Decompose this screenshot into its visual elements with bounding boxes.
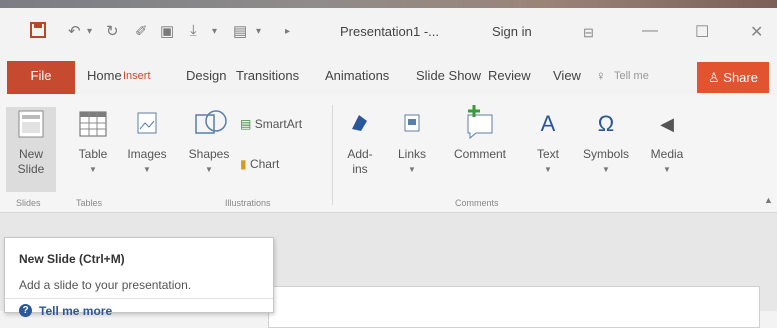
person-icon: ♙ bbox=[708, 70, 720, 85]
chevron-down-icon: ▼ bbox=[602, 165, 610, 174]
chart-icon: ▮ bbox=[240, 157, 247, 171]
shapes-button[interactable]: Shapes ▼ bbox=[182, 109, 236, 177]
chevron-down-icon: ▼ bbox=[143, 165, 151, 174]
links-icon bbox=[394, 109, 430, 141]
clipboard-icon[interactable]: ▤ bbox=[233, 22, 247, 40]
share-label: Share bbox=[723, 70, 758, 85]
symbols-button[interactable]: Ω Symbols ▼ bbox=[578, 109, 634, 177]
media-label: Media bbox=[650, 147, 684, 161]
maximize-icon[interactable]: ☐ bbox=[695, 22, 709, 42]
redo-icon[interactable]: ↻ bbox=[106, 22, 119, 40]
chart-button[interactable]: ▮ Chart bbox=[240, 157, 279, 171]
omega-icon: Ω bbox=[597, 111, 615, 136]
document-title: Presentation1 -... bbox=[340, 24, 439, 39]
save-icon[interactable] bbox=[30, 22, 46, 43]
ribbon-display-options-icon[interactable]: ⊟ bbox=[583, 25, 594, 41]
ribbon-tab-bar: File Home Insert Design Transitions Anim… bbox=[0, 53, 777, 95]
group-label-comments: Comments bbox=[455, 198, 499, 208]
chart-label: Chart bbox=[249, 157, 280, 171]
share-button[interactable]: ♙ Share bbox=[697, 62, 769, 93]
shapes-label: Shapes bbox=[188, 147, 230, 161]
smartart-button[interactable]: ▤ SmartArt bbox=[240, 117, 302, 131]
table-label: Table bbox=[78, 147, 108, 161]
quick-print-icon[interactable]: ⤓ bbox=[190, 22, 197, 39]
tooltip-description: Add a slide to your presentation. bbox=[19, 278, 192, 292]
media-button[interactable]: ◀ Media ▼ bbox=[644, 109, 690, 177]
collapse-ribbon-icon[interactable]: ▲ bbox=[764, 195, 773, 205]
undo-dropdown-icon[interactable]: ▾ bbox=[87, 26, 92, 37]
lightbulb-icon: ♀ bbox=[596, 68, 606, 83]
chevron-down-icon: ▼ bbox=[663, 165, 671, 174]
title-bar: ↶ ▾ ↻ ✐ ▣ ⤓ ▾ ▤ ▾ ▸ Presentation1 -... S… bbox=[0, 8, 777, 53]
start-from-beginning-icon[interactable]: ▣ bbox=[160, 22, 174, 40]
tell-me-more-link[interactable]: Tell me more bbox=[39, 304, 112, 318]
images-label: Images bbox=[127, 147, 167, 161]
tab-transitions[interactable]: Transitions bbox=[236, 68, 299, 83]
print-dropdown-icon[interactable]: ▾ bbox=[212, 26, 217, 37]
group-label-slides: Slides bbox=[16, 198, 41, 208]
new-slide-label: New Slide bbox=[17, 147, 45, 176]
tell-me-search[interactable]: Tell me bbox=[614, 70, 649, 82]
text-label: Text bbox=[536, 147, 559, 161]
chevron-down-icon: ▼ bbox=[544, 165, 552, 174]
minimize-icon[interactable]: — bbox=[642, 22, 658, 40]
new-slide-button[interactable]: New Slide bbox=[6, 109, 56, 177]
new-slide-icon bbox=[6, 109, 56, 141]
ribbon-insert: New Slide Table ▼ Images ▼ Shapes ▼ ▤ Sm… bbox=[0, 95, 777, 213]
group-label-illustrations: Illustrations bbox=[225, 198, 271, 208]
images-icon bbox=[121, 109, 173, 141]
comment-label: Comment bbox=[453, 147, 506, 161]
links-button[interactable]: Links ▼ bbox=[394, 109, 430, 177]
text-button[interactable]: A Text ▼ bbox=[531, 109, 565, 177]
symbols-label: Symbols bbox=[582, 147, 629, 161]
images-button[interactable]: Images ▼ bbox=[121, 109, 173, 177]
tooltip-title: New Slide (Ctrl+M) bbox=[19, 252, 125, 266]
slide-canvas[interactable] bbox=[268, 286, 760, 328]
touch-mode-icon[interactable]: ✐ bbox=[135, 22, 148, 40]
tab-view[interactable]: View bbox=[553, 68, 581, 83]
smartart-label: SmartArt bbox=[254, 117, 303, 131]
customize-qat-icon[interactable]: ▸ bbox=[285, 26, 290, 37]
tab-insert[interactable]: Insert bbox=[123, 70, 151, 82]
comment-icon bbox=[443, 103, 517, 141]
chevron-down-icon: ▼ bbox=[205, 165, 213, 174]
smartart-icon: ▤ bbox=[240, 117, 252, 131]
group-label-tables: Tables bbox=[76, 198, 103, 208]
sign-in-link[interactable]: Sign in bbox=[492, 24, 532, 39]
add-ins-label: Add-ins bbox=[347, 147, 373, 176]
text-icon: A bbox=[540, 111, 556, 136]
table-icon bbox=[72, 109, 114, 141]
tab-file[interactable]: File bbox=[7, 61, 75, 94]
chevron-down-icon: ▼ bbox=[89, 165, 97, 174]
add-ins-icon bbox=[340, 109, 380, 141]
window-top-strip bbox=[0, 0, 777, 8]
tooltip-divider bbox=[5, 298, 273, 299]
tab-animations[interactable]: Animations bbox=[325, 68, 389, 83]
new-slide-tooltip: New Slide (Ctrl+M) Add a slide to your p… bbox=[4, 237, 274, 318]
group-separator bbox=[332, 105, 333, 205]
table-button[interactable]: Table ▼ bbox=[72, 109, 114, 177]
tab-home[interactable]: Home bbox=[87, 68, 122, 83]
comment-button[interactable]: Comment bbox=[443, 103, 517, 162]
undo-icon[interactable]: ↶ bbox=[68, 22, 81, 40]
chevron-down-icon: ▼ bbox=[408, 165, 416, 174]
speaker-icon: ◀ bbox=[660, 114, 674, 134]
tab-slide-show[interactable]: Slide Show bbox=[416, 68, 481, 83]
tab-design[interactable]: Design bbox=[186, 68, 226, 83]
links-label: Links bbox=[397, 147, 426, 161]
tab-review[interactable]: Review bbox=[488, 68, 531, 83]
clipboard-dropdown-icon[interactable]: ▾ bbox=[256, 26, 261, 37]
shapes-icon bbox=[182, 109, 236, 141]
close-icon[interactable]: ✕ bbox=[750, 22, 763, 42]
add-ins-button[interactable]: Add-ins bbox=[340, 109, 380, 177]
